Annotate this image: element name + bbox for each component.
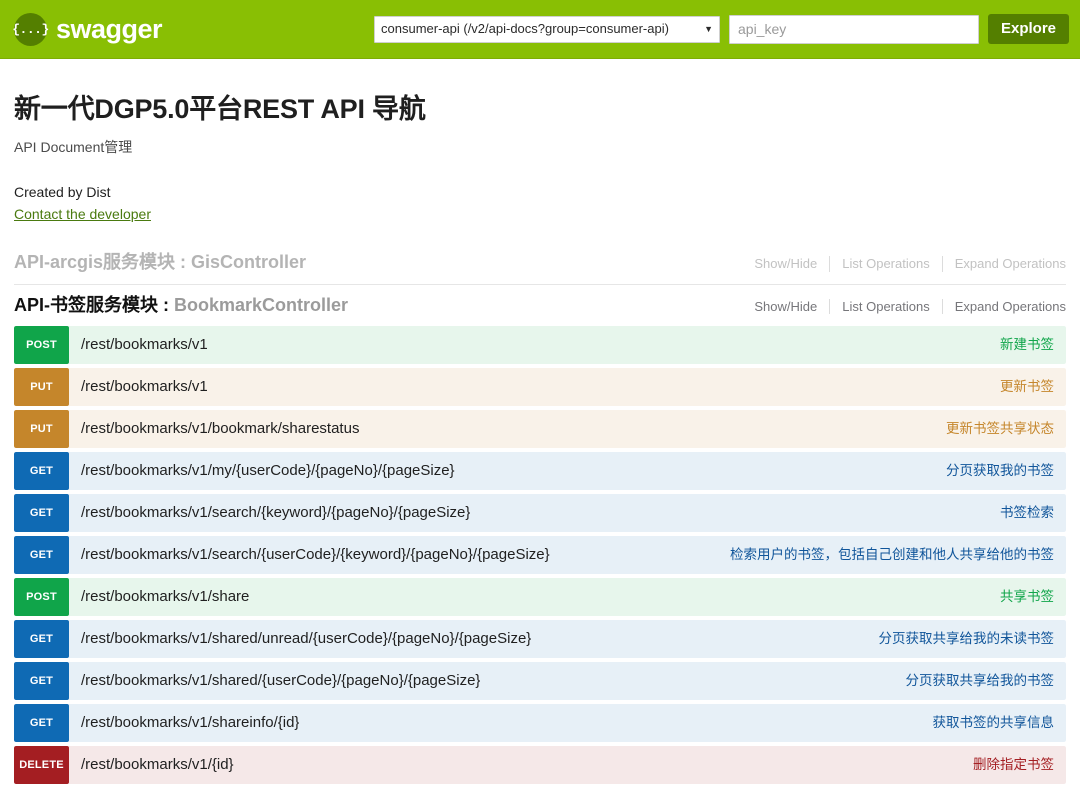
operation-path[interactable]: /rest/bookmarks/v1/shared/unread/{userCo… <box>81 630 531 648</box>
api-spec-select[interactable]: consumer-api (/v2/api-docs?group=consume… <box>374 15 720 43</box>
api-key-input[interactable] <box>729 14 979 44</box>
resource-header: API-书签服务模块 : BookmarkController Show/Hide… <box>14 285 1066 327</box>
operation-body[interactable]: /rest/bookmarks/v1/share 共享书签 <box>69 578 1066 617</box>
resource-controller: GisController <box>191 252 307 273</box>
operation-row[interactable]: GET/rest/bookmarks/v1/my/{userCode}/{pag… <box>14 452 1066 491</box>
operation-method-badge[interactable]: GET <box>14 452 69 491</box>
operation-method-badge[interactable]: GET <box>14 662 69 701</box>
resource-separator: : <box>175 252 192 273</box>
resource-title[interactable]: API-arcgis服务模块 : GisController <box>14 251 306 274</box>
operation-method-badge[interactable]: GET <box>14 704 69 743</box>
operation-body[interactable]: /rest/bookmarks/v1/search/{userCode}/{ke… <box>69 536 1066 575</box>
resource-options: Show/Hide List Operations Expand Operation… <box>742 254 1066 272</box>
operation-description: 获取书签的共享信息 <box>932 715 1055 731</box>
operation-row[interactable]: POST/rest/bookmarks/v1/share 共享书签 <box>14 578 1066 617</box>
resource-name: API-书签服务模块 <box>14 294 158 315</box>
resource-group: API-arcgis服务模块 : GisController Show/Hide L… <box>14 242 1066 284</box>
operation-body[interactable]: /rest/bookmarks/v1/{id} 删除指定书签 <box>69 746 1066 785</box>
operation-body[interactable]: /rest/bookmarks/v1/shareinfo/{id} 获取书签的共享… <box>69 704 1066 743</box>
page-content: 新一代DGP5.0平台REST API 导航 API Document管理 Cr… <box>0 59 1080 785</box>
resource-list: API-arcgis服务模块 : GisController Show/Hide L… <box>14 242 1066 785</box>
operation-body[interactable]: /rest/bookmarks/v1/shared/{userCode}/{pa… <box>69 662 1066 701</box>
operation-body[interactable]: /rest/bookmarks/v1/shared/unread/{userCo… <box>69 620 1066 659</box>
operation-list: POST/rest/bookmarks/v1 新建书签 PUT/rest/bookm… <box>14 326 1066 785</box>
operation-row[interactable]: POST/rest/bookmarks/v1 新建书签 <box>14 326 1066 365</box>
operation-path[interactable]: /rest/bookmarks/v1 <box>81 378 208 396</box>
operation-path[interactable]: /rest/bookmarks/v1/shared/{userCode}/{pa… <box>81 672 480 690</box>
operation-description: 新建书签 <box>1000 337 1054 353</box>
swagger-logo[interactable]: {...} swagger <box>12 12 374 46</box>
operation-description: 书签检索 <box>1000 505 1054 521</box>
show-hide-link[interactable]: Show/Hide <box>742 256 829 272</box>
expand-operations-link[interactable]: Expand Operations <box>941 256 1066 272</box>
created-by-label: Created by Dist <box>14 183 111 200</box>
operation-row[interactable]: GET/rest/bookmarks/v1/search/{keyword}/{… <box>14 494 1066 533</box>
operation-path[interactable]: /rest/bookmarks/v1/search/{keyword}/{pag… <box>81 504 470 522</box>
operation-path[interactable]: /rest/bookmarks/v1 <box>81 336 208 354</box>
page-title: 新一代DGP5.0平台REST API 导航 <box>14 94 426 124</box>
resource-options: Show/Hide List Operations Expand Operation… <box>742 297 1066 315</box>
brand-name: swagger <box>56 13 163 44</box>
operation-body[interactable]: /rest/bookmarks/v1/search/{keyword}/{pag… <box>69 494 1066 533</box>
resource-header: API-arcgis服务模块 : GisController Show/Hide L… <box>14 242 1066 284</box>
operation-body[interactable]: /rest/bookmarks/v1/bookmark/sharestatus 更… <box>69 410 1066 449</box>
operation-method-badge[interactable]: GET <box>14 494 69 533</box>
operation-body[interactable]: /rest/bookmarks/v1 新建书签 <box>69 326 1066 365</box>
operation-row[interactable]: GET/rest/bookmarks/v1/search/{userCode}/… <box>14 536 1066 575</box>
operation-row[interactable]: PUT/rest/bookmarks/v1/bookmark/sharestat… <box>14 410 1066 449</box>
operation-method-badge[interactable]: DELETE <box>14 746 69 785</box>
operation-row[interactable]: GET/rest/bookmarks/v1/shared/unread/{use… <box>14 620 1066 659</box>
operation-path[interactable]: /rest/bookmarks/v1/my/{userCode}/{pageNo… <box>81 462 455 480</box>
operation-row[interactable]: GET/rest/bookmarks/v1/shareinfo/{id} 获取书签… <box>14 704 1066 743</box>
api-info: 新一代DGP5.0平台REST API 导航 API Document管理 Cr… <box>14 59 1066 242</box>
swagger-braces-icon: {...} <box>12 12 49 46</box>
resource-group: API-书签服务模块 : BookmarkController Show/Hide… <box>14 283 1066 785</box>
list-operations-link[interactable]: List Operations <box>829 256 941 272</box>
operation-description: 分页获取我的书签 <box>946 463 1054 479</box>
operation-method-badge[interactable]: PUT <box>14 368 69 407</box>
operation-description: 分页获取共享给我的未读书签 <box>878 631 1055 647</box>
operation-description: 删除指定书签 <box>973 757 1054 773</box>
operation-body[interactable]: /rest/bookmarks/v1/my/{userCode}/{pageNo… <box>69 452 1066 491</box>
operation-method-badge[interactable]: GET <box>14 536 69 575</box>
operation-path[interactable]: /rest/bookmarks/v1/search/{userCode}/{ke… <box>81 546 550 564</box>
api-explore-form: consumer-api (/v2/api-docs?group=consume… <box>374 14 1070 44</box>
operation-method-badge[interactable]: POST <box>14 578 69 617</box>
resource-name: API-arcgis服务模块 <box>14 252 176 273</box>
api-subtitle: API Document管理 <box>14 139 133 156</box>
operation-row[interactable]: GET/rest/bookmarks/v1/shared/{userCode}/… <box>14 662 1066 701</box>
operation-method-badge[interactable]: PUT <box>14 410 69 449</box>
operation-description: 检索用户的书签，包括自己创建和他人共享给他的书签 <box>730 547 1054 563</box>
swagger-topbar: {...} swagger consumer-api (/v2/api-docs… <box>0 0 1080 59</box>
resource-title[interactable]: API-书签服务模块 : BookmarkController <box>14 294 348 317</box>
operation-row[interactable]: DELETE/rest/bookmarks/v1/{id} 删除指定书签 <box>14 746 1066 785</box>
operation-description: 更新书签共享状态 <box>946 421 1054 437</box>
resource-separator: : <box>158 294 174 315</box>
operation-method-badge[interactable]: POST <box>14 326 69 365</box>
api-select-wrapper[interactable]: consumer-api (/v2/api-docs?group=consume… <box>374 15 720 43</box>
expand-operations-link[interactable]: Expand Operations <box>941 298 1066 315</box>
operation-path[interactable]: /rest/bookmarks/v1/bookmark/sharestatus <box>81 420 359 438</box>
operation-row[interactable]: PUT/rest/bookmarks/v1 更新书签 <box>14 368 1066 407</box>
contact-developer-link[interactable]: Contact the developer <box>14 206 151 222</box>
operation-body[interactable]: /rest/bookmarks/v1 更新书签 <box>69 368 1066 407</box>
operation-path[interactable]: /rest/bookmarks/v1/{id} <box>81 756 234 774</box>
explore-button[interactable]: Explore <box>988 14 1070 44</box>
operation-method-badge[interactable]: GET <box>14 620 69 659</box>
list-operations-link[interactable]: List Operations <box>829 298 941 315</box>
resource-controller: BookmarkController <box>174 294 349 315</box>
operation-description: 更新书签 <box>1000 379 1054 395</box>
operation-path[interactable]: /rest/bookmarks/v1/shareinfo/{id} <box>81 714 299 732</box>
show-hide-link[interactable]: Show/Hide <box>742 299 829 315</box>
operation-description: 分页获取共享给我的书签 <box>905 673 1055 689</box>
operation-path[interactable]: /rest/bookmarks/v1/share <box>81 588 249 606</box>
operation-description: 共享书签 <box>1000 589 1054 605</box>
